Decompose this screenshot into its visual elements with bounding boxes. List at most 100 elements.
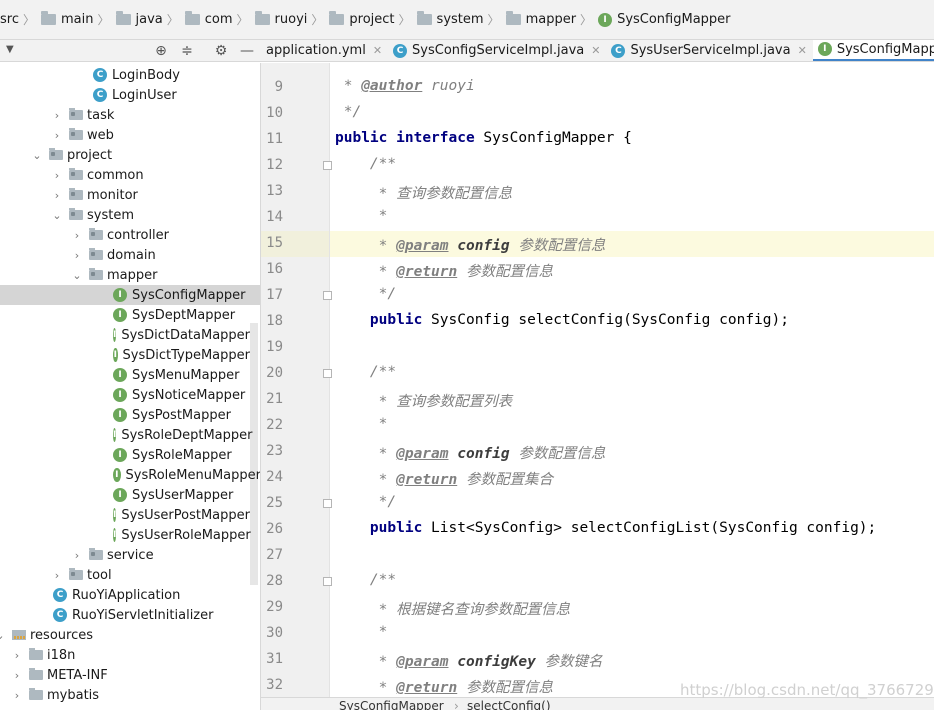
close-icon[interactable]: ✕ [798, 44, 807, 57]
code-line[interactable]: 11 public interface SysConfigMapper { [261, 127, 934, 153]
code-line[interactable]: 27 [261, 543, 934, 569]
code-line[interactable]: 31 * @param configKey 参数键名 [261, 647, 934, 673]
fold-marker-icon[interactable] [323, 291, 332, 300]
code-line[interactable]: 9 * @author ruoyi [261, 75, 934, 101]
code-line[interactable]: 19 [261, 335, 934, 361]
tree-item-controller[interactable]: › controller [0, 225, 250, 245]
tree-scrollbar[interactable] [250, 63, 258, 710]
tree-item-domain[interactable]: › domain [0, 245, 250, 265]
gear-icon[interactable]: ⚙ [212, 42, 230, 60]
code-line[interactable]: 24 * @return 参数配置集合 [261, 465, 934, 491]
code-line[interactable]: 14 * [261, 205, 934, 231]
tree-item-resources[interactable]: ⌄ resources [0, 625, 250, 645]
code-line[interactable]: 10 */ [261, 101, 934, 127]
tree-item-system[interactable]: ⌄ system [0, 205, 250, 225]
tree-item-sysroledeptmapper[interactable]: I SysRoleDeptMapper [0, 425, 252, 445]
footer-class-crumb[interactable]: SysConfigMapper [339, 699, 444, 710]
tree-item-service[interactable]: › service [0, 545, 250, 565]
tree-item-sysuserpostmapper[interactable]: I SysUserPostMapper [0, 505, 250, 525]
tree-item-sysuserrolemapper[interactable]: I SysUserRoleMapper [0, 525, 251, 545]
chevron-right-icon[interactable]: › [11, 669, 23, 682]
code-line[interactable]: 13 * 查询参数配置信息 [261, 179, 934, 205]
code-line[interactable]: 16 * @return 参数配置信息 [261, 257, 934, 283]
tree-item-sysconfigmapper[interactable]: I SysConfigMapper [0, 285, 260, 305]
tree-item-common[interactable]: › common [0, 165, 250, 185]
code-line[interactable]: 21 * 查询参数配置列表 [261, 387, 934, 413]
tab-application-yml[interactable]: application.yml ✕ [261, 40, 388, 61]
breadcrumb-item-java[interactable]: java 〉 [115, 0, 185, 40]
tree-item-sysmenumapper[interactable]: I SysMenuMapper [0, 365, 250, 385]
code-line[interactable]: 18 public SysConfig selectConfig(SysConf… [261, 309, 934, 335]
tree-item-web[interactable]: › web [0, 125, 250, 145]
tree-item-task[interactable]: › task [0, 105, 250, 125]
chevron-right-icon[interactable]: › [11, 649, 23, 662]
locate-icon[interactable]: ⊕ [152, 42, 170, 60]
tree-item-sysusermapper[interactable]: I SysUserMapper [0, 485, 250, 505]
breadcrumb-item-ruoyi[interactable]: ruoyi 〉 [254, 0, 330, 40]
chevron-down-icon[interactable]: ⌄ [0, 629, 6, 642]
code-line[interactable]: 26 public List<SysConfig> selectConfigLi… [261, 517, 934, 543]
code-editor[interactable]: 9 * @author ruoyi 10 */11 public interface… [261, 63, 934, 697]
tab-sysconfigmapper[interactable]: ISysConfigMapper.java✕ [812, 40, 934, 61]
fold-marker-icon[interactable] [323, 577, 332, 586]
tree-item-sysdicttypemapper[interactable]: I SysDictTypeMapper [0, 345, 250, 365]
close-icon[interactable]: ✕ [373, 44, 382, 57]
close-icon[interactable]: ✕ [591, 44, 600, 57]
tree-item-sysnoticemapper[interactable]: I SysNoticeMapper [0, 385, 250, 405]
tree-item-syspostmapper[interactable]: I SysPostMapper [0, 405, 250, 425]
tree-item-ruoyiapplication[interactable]: C RuoYiApplication [0, 585, 250, 605]
chevron-right-icon[interactable]: › [51, 169, 63, 182]
code-line[interactable]: 22 * [261, 413, 934, 439]
tree-item-sysdictdatamapper[interactable]: I SysDictDataMapper [0, 325, 250, 345]
tree-item-mapper[interactable]: ⌄ mapper [0, 265, 250, 285]
tab-sysconfigserviceimpl[interactable]: C SysConfigServiceImpl.java ✕ [388, 40, 606, 61]
code-line[interactable]: 20 /** [261, 361, 934, 387]
fold-marker-icon[interactable] [323, 369, 332, 378]
dropdown-arrow-icon[interactable]: ▼ [6, 44, 14, 55]
tree-item-loginuser[interactable]: C LoginUser [0, 85, 250, 105]
minimize-icon[interactable]: — [238, 42, 256, 60]
breadcrumb-item-main[interactable]: main 〉 [41, 0, 116, 40]
breadcrumb-item-project[interactable]: project 〉 [329, 0, 416, 40]
code-line[interactable]: 25 */ [261, 491, 934, 517]
fold-marker-icon[interactable] [323, 499, 332, 508]
tree-item-i18n[interactable]: › i18n [0, 645, 250, 665]
breadcrumb-item-com[interactable]: com 〉 [184, 0, 255, 40]
tree-item-loginbody[interactable]: C LoginBody [0, 65, 250, 85]
code-line[interactable]: 15 * @param config 参数配置信息 [261, 231, 934, 257]
code-line[interactable]: 12 /** [261, 153, 934, 179]
chevron-right-icon[interactable]: › [71, 549, 83, 562]
tree-item-sysdeptmapper[interactable]: I SysDeptMapper [0, 305, 250, 325]
chevron-down-icon[interactable]: ⌄ [31, 149, 43, 162]
chevron-right-icon[interactable]: › [51, 189, 63, 202]
tree-item-project[interactable]: ⌄ project [0, 145, 250, 165]
tree-item-sysrolemapper[interactable]: I SysRoleMapper [0, 445, 250, 465]
fold-marker-icon[interactable] [323, 161, 332, 170]
code-line[interactable]: 28 /** [261, 569, 934, 595]
tree-item-tool[interactable]: › tool [0, 565, 250, 585]
code-line[interactable]: 29 * 根据键名查询参数配置信息 [261, 595, 934, 621]
code-line[interactable]: 17 */ [261, 283, 934, 309]
chevron-right-icon[interactable]: › [71, 229, 83, 242]
chevron-right-icon[interactable]: › [11, 689, 23, 702]
chevron-down-icon[interactable]: ⌄ [51, 209, 63, 222]
chevron-right-icon[interactable]: › [51, 569, 63, 582]
scrollbar-thumb[interactable] [250, 323, 258, 585]
footer-method-crumb[interactable]: selectConfig() [467, 699, 551, 710]
breadcrumb-item-sysconfigmapper[interactable]: I SysConfigMapper [598, 0, 731, 40]
tree-item-mybatis[interactable]: › mybatis [0, 685, 250, 705]
tree-item-monitor[interactable]: › monitor [0, 185, 250, 205]
breadcrumb-item-src[interactable]: src 〉 [0, 0, 41, 40]
tab-sysuserserviceimpl[interactable]: C SysUserServiceImpl.java ✕ [606, 40, 812, 61]
tree-item-meta-inf[interactable]: › META-INF [0, 665, 250, 685]
collapse-all-icon[interactable]: ≑ [178, 42, 196, 60]
code-line[interactable]: 30 * [261, 621, 934, 647]
code-line[interactable]: 23 * @param config 参数配置信息 [261, 439, 934, 465]
tree-item-sysrolemenumapper[interactable]: I SysRoleMenuMapper [0, 465, 260, 485]
chevron-down-icon[interactable]: ⌄ [71, 269, 83, 282]
breadcrumb-item-mapper[interactable]: mapper 〉 [505, 0, 599, 40]
chevron-right-icon[interactable]: › [51, 129, 63, 142]
chevron-right-icon[interactable]: › [71, 249, 83, 262]
tree-item-ruoyiservletinitializer[interactable]: C RuoYiServletInitializer [0, 605, 250, 625]
breadcrumb-item-system[interactable]: system 〉 [416, 0, 506, 40]
